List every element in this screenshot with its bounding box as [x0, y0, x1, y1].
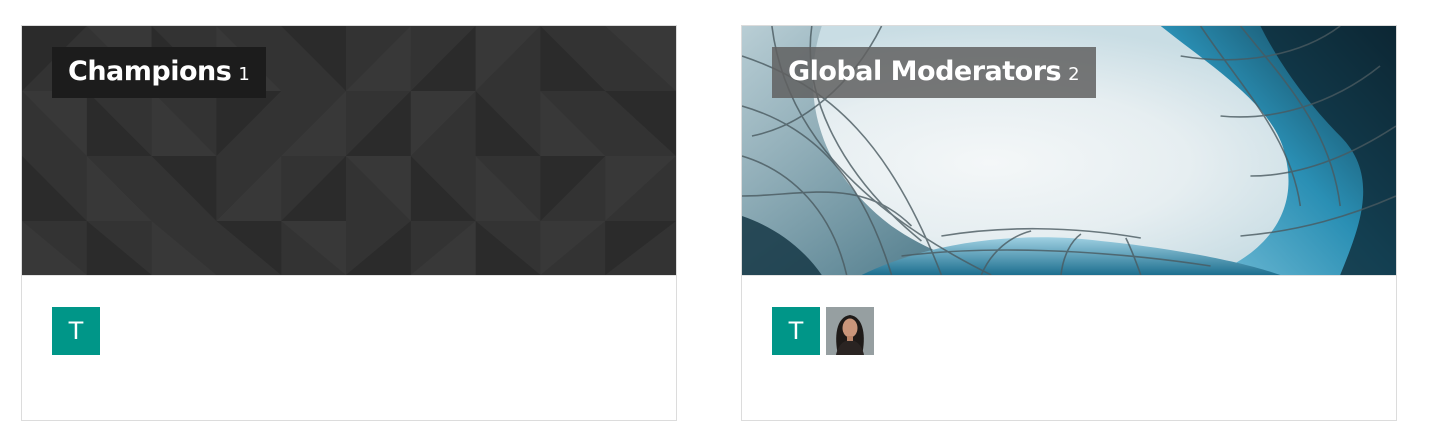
avatar-initial-letter: T [788, 317, 804, 345]
user-photo-icon [826, 307, 874, 355]
member-count: 1 [238, 64, 250, 85]
member-count: 2 [1068, 64, 1080, 85]
avatar-initial-letter: T [68, 317, 84, 345]
group-card-global-moderators[interactable]: Global Moderators 2 T [741, 25, 1397, 421]
member-avatars: T [52, 307, 100, 355]
avatar-initial[interactable]: T [772, 307, 820, 355]
group-title-link[interactable]: Global Moderators 2 [772, 47, 1096, 98]
avatar-initial[interactable]: T [52, 307, 100, 355]
member-avatars: T [772, 307, 874, 355]
card-divider [22, 275, 676, 276]
group-card-champions[interactable]: Champions 1 T [21, 25, 677, 421]
group-title-link[interactable]: Champions 1 [52, 47, 266, 98]
avatar-photo[interactable] [826, 307, 874, 355]
card-divider [742, 275, 1396, 276]
group-title: Champions [68, 56, 232, 87]
group-title: Global Moderators [788, 56, 1062, 87]
